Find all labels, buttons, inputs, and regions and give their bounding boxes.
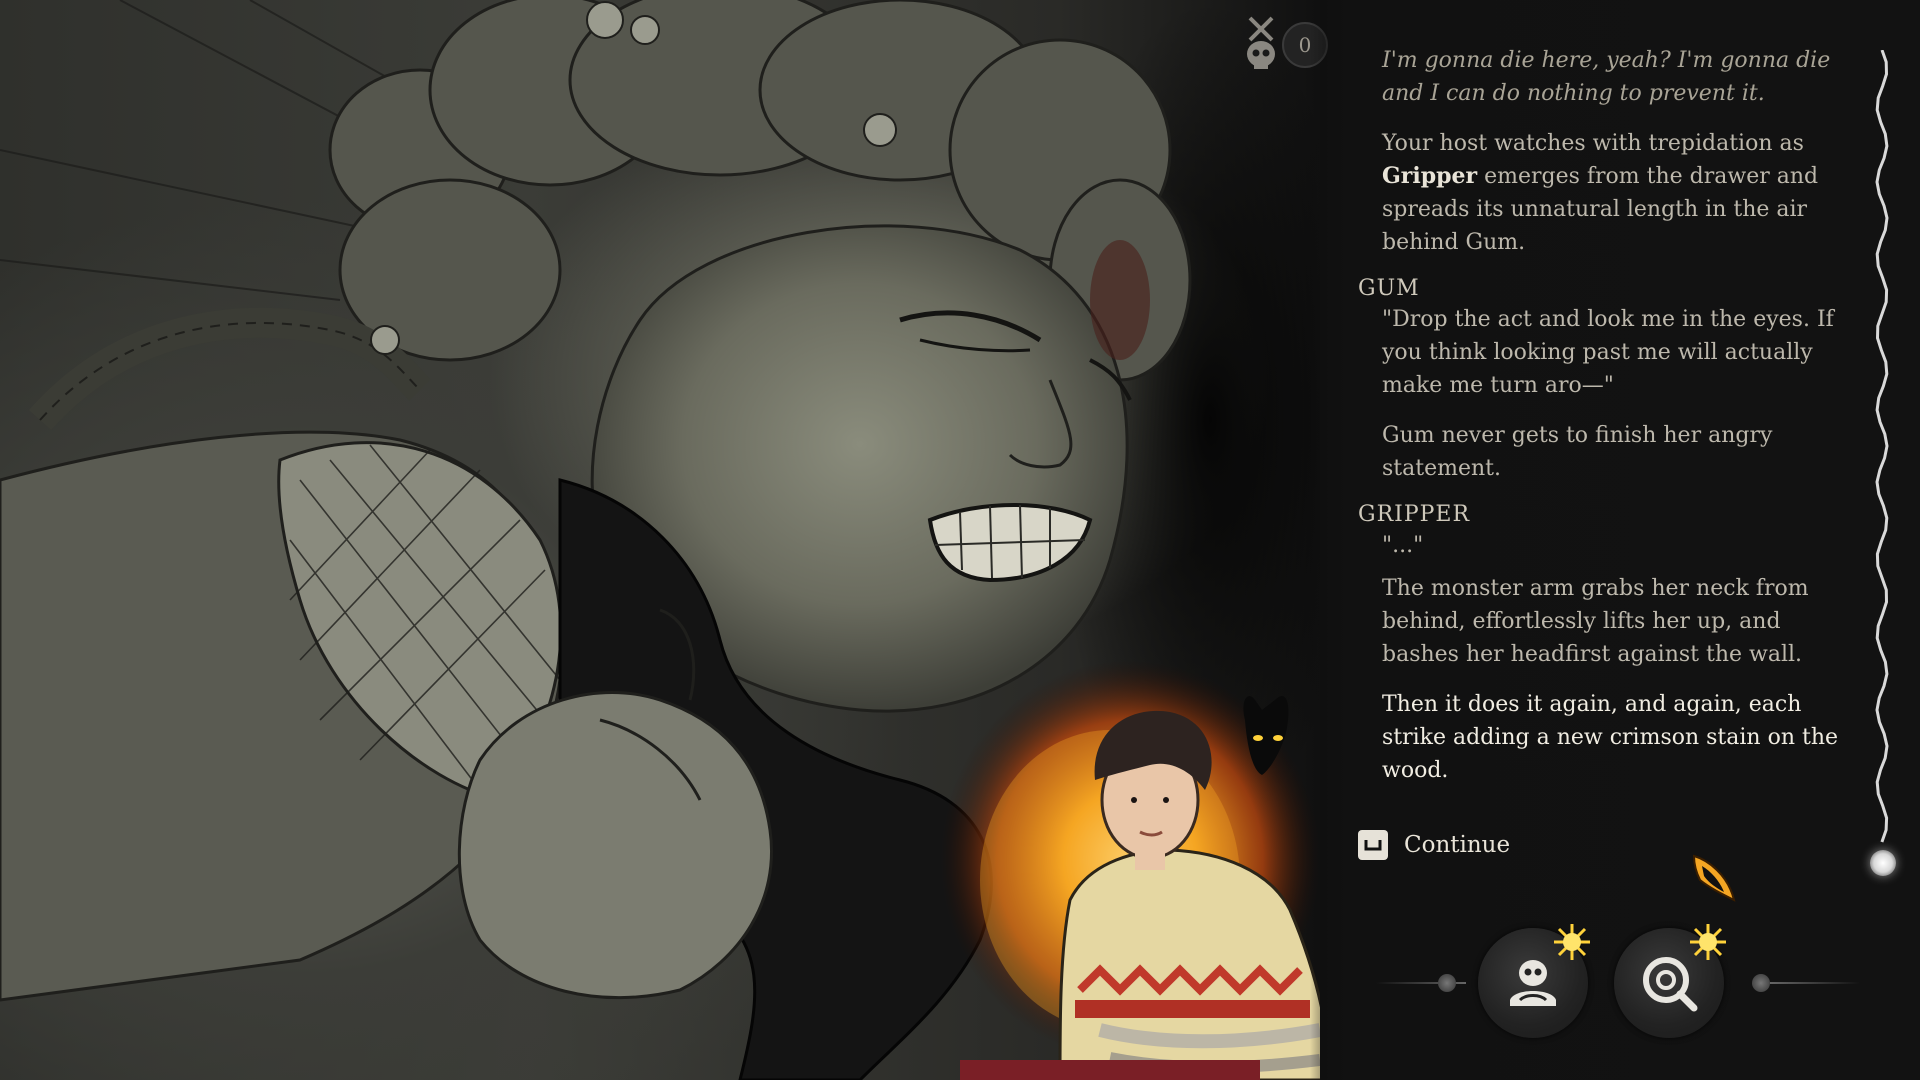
skill-bar-orb-right xyxy=(1752,974,1770,992)
dialogue-line: "Drop the act and look me in the eyes. I… xyxy=(1382,307,1834,398)
narration-paragraph-current: Then it does it again, and again, each s… xyxy=(1382,692,1839,783)
scene-artwork xyxy=(0,0,1320,1080)
narration-text: Your host watches with trepidation as xyxy=(1382,131,1804,156)
sun-icon xyxy=(1690,924,1726,960)
character-name-gripper: Gripper xyxy=(1382,163,1478,189)
scene-illustration xyxy=(0,0,1320,1080)
crossed-skull-icon xyxy=(1247,16,1275,69)
narration-paragraph: Your host watches with trepidation as Gr… xyxy=(1382,127,1848,259)
space-key-icon xyxy=(1358,830,1388,860)
speaker-name: GUM xyxy=(1358,276,1420,301)
dialogue-log: I'm gonna die here, yeah? I'm gonna die … xyxy=(1358,44,1848,804)
continue-button[interactable]: Continue xyxy=(1358,828,1510,862)
flame-cursor-icon xyxy=(1692,854,1736,902)
narration-paragraph: Gum never gets to finish her angry state… xyxy=(1382,423,1773,481)
speaker-name: GRIPPER xyxy=(1358,502,1471,527)
scrollbar-thumb[interactable] xyxy=(1870,850,1896,876)
sun-icon xyxy=(1554,924,1590,960)
dialogue-line: "..." xyxy=(1382,533,1424,558)
skill-bar-divider-right xyxy=(1770,982,1860,984)
scrollbar-track[interactable] xyxy=(1862,50,1902,880)
skill-bar-orb-left xyxy=(1438,974,1456,992)
inner-thought: I'm gonna die here, yeah? I'm gonna die … xyxy=(1382,48,1831,106)
continue-label: Continue xyxy=(1404,832,1511,858)
narration-paragraph: The monster arm grabs her neck from behi… xyxy=(1382,576,1809,667)
